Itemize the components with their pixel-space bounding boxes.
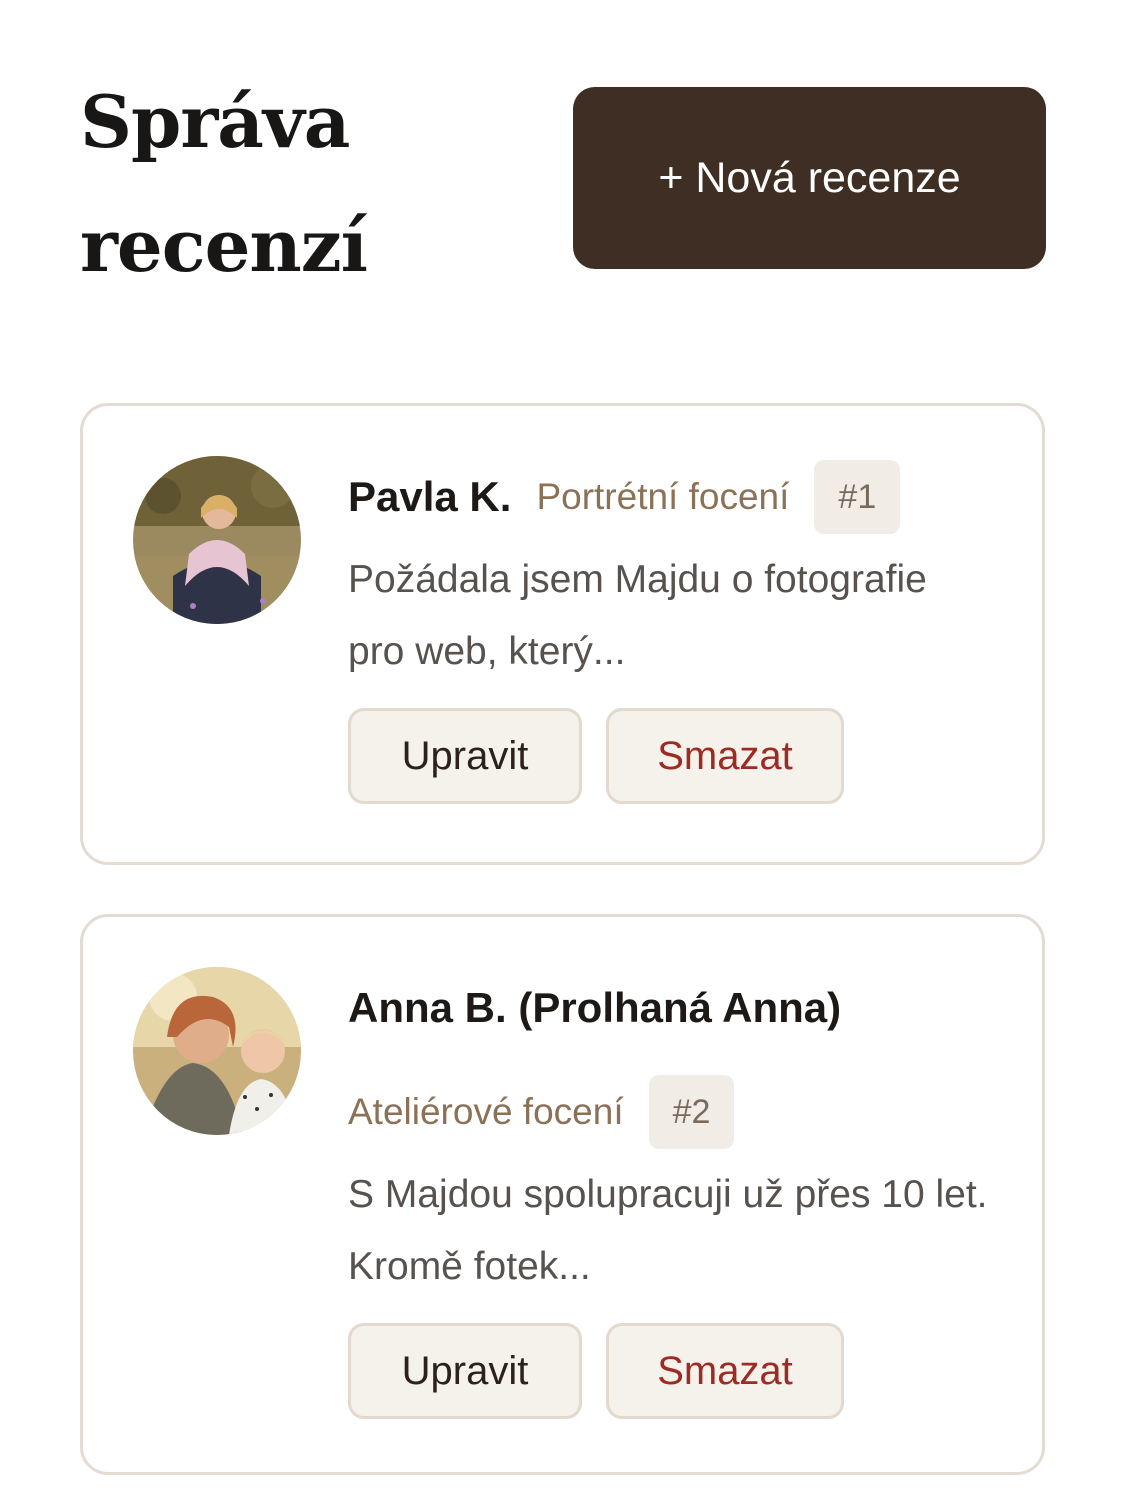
review-card: Pavla K. Portrétní focení #1 Požádala js…: [80, 403, 1045, 865]
review-author: Pavla K.: [348, 473, 512, 520]
review-excerpt: S Majdou spolupracuji už přes 10 let. Kr…: [348, 1173, 988, 1288]
review-category: Portrétní focení: [536, 476, 790, 517]
avatar: [133, 967, 301, 1135]
delete-button[interactable]: Smazat: [606, 708, 844, 804]
delete-button[interactable]: Smazat: [606, 1323, 844, 1419]
review-card: Anna B. (Prolhaná Anna) Ateliérové focen…: [80, 914, 1045, 1475]
review-category: Ateliérové focení: [348, 1091, 624, 1132]
order-badge: #1: [814, 460, 901, 534]
edit-button[interactable]: Upravit: [348, 1323, 582, 1419]
page-title: Správa recenzí: [80, 79, 368, 288]
review-excerpt: Požádala jsem Majdu o fotografie pro web…: [348, 558, 927, 673]
new-review-button[interactable]: + Nová recenze: [573, 87, 1046, 269]
avatar: [133, 456, 301, 624]
review-author: Anna B. (Prolhaná Anna): [348, 984, 842, 1031]
edit-button[interactable]: Upravit: [348, 708, 582, 804]
order-badge: #2: [648, 1075, 735, 1149]
